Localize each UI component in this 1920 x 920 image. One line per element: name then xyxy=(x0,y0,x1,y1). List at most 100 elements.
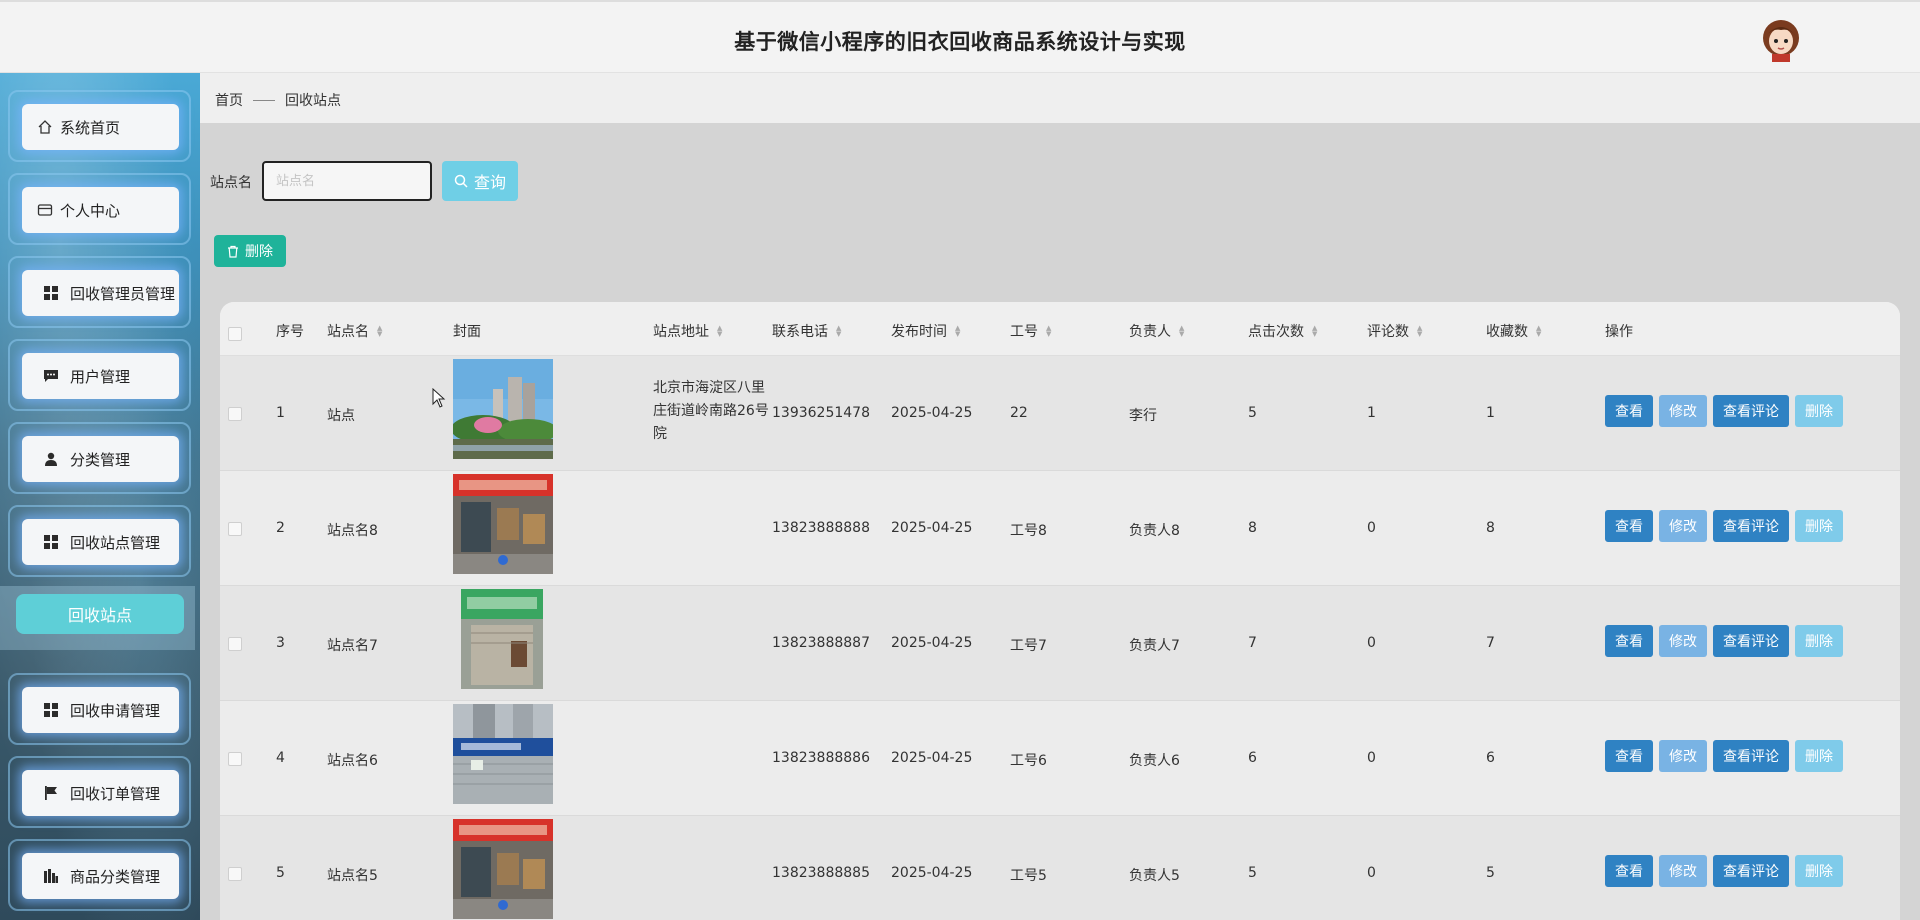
sidebar-item-order-management[interactable]: 回收订单管理 xyxy=(8,756,191,828)
sidebar-item-category-management[interactable]: 分类管理 xyxy=(8,422,191,494)
sidebar-item-pill[interactable]: 个人中心 xyxy=(22,187,179,233)
edit-button[interactable]: 修改 xyxy=(1659,740,1707,772)
column-header-favorites[interactable]: 收藏数 ▲ ▼ xyxy=(1486,321,1541,341)
cover-image xyxy=(453,704,553,804)
sidebar-item-home[interactable]: 系统首页 xyxy=(8,90,191,162)
sidebar-item-pill[interactable]: 商品分类管理 xyxy=(22,853,179,899)
row-checkbox[interactable] xyxy=(228,637,242,651)
delete-button[interactable]: 删除 xyxy=(1795,625,1843,657)
sidebar-item-recycle-admin[interactable]: 回收管理员管理 xyxy=(8,256,191,328)
cell-phone: 13823888885 xyxy=(772,865,870,881)
breadcrumb-current: 回收站点 xyxy=(285,93,341,109)
sort-icon[interactable]: ▲ ▼ xyxy=(836,325,841,338)
sidebar-item-label: 用户管理 xyxy=(70,367,131,386)
edit-button[interactable]: 修改 xyxy=(1659,625,1707,657)
breadcrumb-home[interactable]: 首页 xyxy=(215,90,243,110)
cell-favorites: 5 xyxy=(1486,865,1495,881)
delete-button[interactable]: 删除 xyxy=(1795,510,1843,542)
column-header-phone[interactable]: 联系电话 ▲ ▼ xyxy=(772,321,841,341)
row-actions: 查看 修改 查看评论 删除 xyxy=(1605,740,1849,772)
sidebar-item-user-management[interactable]: 用户管理 xyxy=(8,339,191,411)
delete-button[interactable]: 删除 xyxy=(1795,855,1843,887)
view-button[interactable]: 查看 xyxy=(1605,625,1653,657)
view-comments-button[interactable]: 查看评论 xyxy=(1713,740,1789,772)
delete-button[interactable]: 删除 xyxy=(1795,740,1843,772)
page-title: 基于微信小程序的旧衣回收商品系统设计与实现 xyxy=(734,30,1186,54)
cell-clicks: 7 xyxy=(1248,635,1257,651)
sort-icon[interactable]: ▲ ▼ xyxy=(1046,325,1051,338)
sidebar-item-pill[interactable]: 分类管理 xyxy=(22,436,179,482)
sidebar-item-station-management[interactable]: 回收站点管理 xyxy=(8,505,191,577)
view-button[interactable]: 查看 xyxy=(1605,855,1653,887)
sidebar-item-application-management[interactable]: 回收申请管理 xyxy=(8,673,191,745)
column-header-label: 工号 xyxy=(1010,324,1038,340)
cell-job-number: 工号8 xyxy=(1010,523,1047,539)
cell-index: 3 xyxy=(276,635,285,651)
sidebar-item-pill[interactable]: 回收管理员管理 xyxy=(22,270,179,316)
submenu-active-container: 回收站点 xyxy=(0,586,195,650)
sidebar-item-label: 回收站点管理 xyxy=(70,533,161,552)
sort-icon[interactable]: ▲ ▼ xyxy=(1312,325,1317,338)
trash-icon xyxy=(228,245,238,258)
delete-button[interactable]: 删除 xyxy=(1795,395,1843,427)
chat-icon xyxy=(42,367,60,385)
row-checkbox[interactable] xyxy=(228,752,242,766)
column-header-label: 序号 xyxy=(276,324,304,340)
view-comments-button[interactable]: 查看评论 xyxy=(1713,625,1789,657)
batch-delete-button[interactable]: 删除 xyxy=(214,235,286,267)
sidebar-item-pill[interactable]: 回收订单管理 xyxy=(22,770,179,816)
select-all-checkbox[interactable] xyxy=(228,327,242,341)
cell-clicks: 5 xyxy=(1248,405,1257,421)
sort-icon[interactable]: ▲ ▼ xyxy=(717,325,722,338)
sidebar-item-personal-center[interactable]: 个人中心 xyxy=(8,173,191,245)
view-button[interactable]: 查看 xyxy=(1605,395,1653,427)
column-header-station-name[interactable]: 站点名 ▲ ▼ xyxy=(327,321,382,341)
row-checkbox[interactable] xyxy=(228,407,242,421)
cell-job-number: 工号7 xyxy=(1010,638,1047,654)
submenu-item-recycle-station[interactable]: 回收站点 xyxy=(16,594,184,634)
cell-publish-time: 2025-04-25 xyxy=(891,865,973,881)
row-checkbox[interactable] xyxy=(228,522,242,536)
query-button[interactable]: 查询 xyxy=(442,161,518,201)
breadcrumb: 首页 回收站点 xyxy=(215,90,341,110)
view-comments-button[interactable]: 查看评论 xyxy=(1713,510,1789,542)
column-header-address[interactable]: 站点地址 ▲ ▼ xyxy=(653,321,722,341)
sort-icon[interactable]: ▲ ▼ xyxy=(1536,325,1541,338)
table-row: 1 站点 北京市海淀区八里庄街道岭南路26号院 13936251478 2025… xyxy=(220,356,1900,471)
sort-icon[interactable]: ▲ ▼ xyxy=(1417,325,1422,338)
sidebar-item-pill[interactable]: 系统首页 xyxy=(22,104,179,150)
cell-phone: 13823888887 xyxy=(772,635,870,651)
sidebar-item-pill[interactable]: 回收申请管理 xyxy=(22,687,179,733)
user-avatar[interactable] xyxy=(1760,16,1802,62)
cell-manager: 负责人5 xyxy=(1129,868,1180,884)
column-header-publish-time[interactable]: 发布时间 ▲ ▼ xyxy=(891,321,960,341)
sidebar-item-pill[interactable]: 用户管理 xyxy=(22,353,179,399)
sidebar-item-label: 回收申请管理 xyxy=(70,701,161,720)
sidebar-item-product-category[interactable]: 商品分类管理 xyxy=(8,839,191,911)
column-header-clicks[interactable]: 点击次数 ▲ ▼ xyxy=(1248,321,1317,341)
column-header-label: 联系电话 xyxy=(772,324,828,340)
column-header-label: 负责人 xyxy=(1129,324,1171,340)
grid-icon xyxy=(42,284,60,302)
column-header-label: 站点地址 xyxy=(653,324,709,340)
row-checkbox[interactable] xyxy=(228,867,242,881)
column-header-comments[interactable]: 评论数 ▲ ▼ xyxy=(1367,321,1422,341)
view-button[interactable]: 查看 xyxy=(1605,510,1653,542)
edit-button[interactable]: 修改 xyxy=(1659,855,1707,887)
sort-icon[interactable]: ▲ ▼ xyxy=(955,325,960,338)
view-comments-button[interactable]: 查看评论 xyxy=(1713,855,1789,887)
view-button[interactable]: 查看 xyxy=(1605,740,1653,772)
sort-icon[interactable]: ▲ ▼ xyxy=(377,325,382,338)
sidebar-item-label: 回收管理员管理 xyxy=(70,284,176,303)
sort-icon[interactable]: ▲ ▼ xyxy=(1179,325,1184,338)
column-header-label: 封面 xyxy=(453,324,481,340)
search-input[interactable] xyxy=(262,161,432,201)
column-header-manager[interactable]: 负责人 ▲ ▼ xyxy=(1129,321,1184,341)
cell-clicks: 8 xyxy=(1248,520,1257,536)
edit-button[interactable]: 修改 xyxy=(1659,510,1707,542)
sidebar-item-pill[interactable]: 回收站点管理 xyxy=(22,519,179,565)
cell-comments: 0 xyxy=(1367,750,1376,766)
view-comments-button[interactable]: 查看评论 xyxy=(1713,395,1789,427)
column-header-job-number[interactable]: 工号 ▲ ▼ xyxy=(1010,321,1051,341)
edit-button[interactable]: 修改 xyxy=(1659,395,1707,427)
